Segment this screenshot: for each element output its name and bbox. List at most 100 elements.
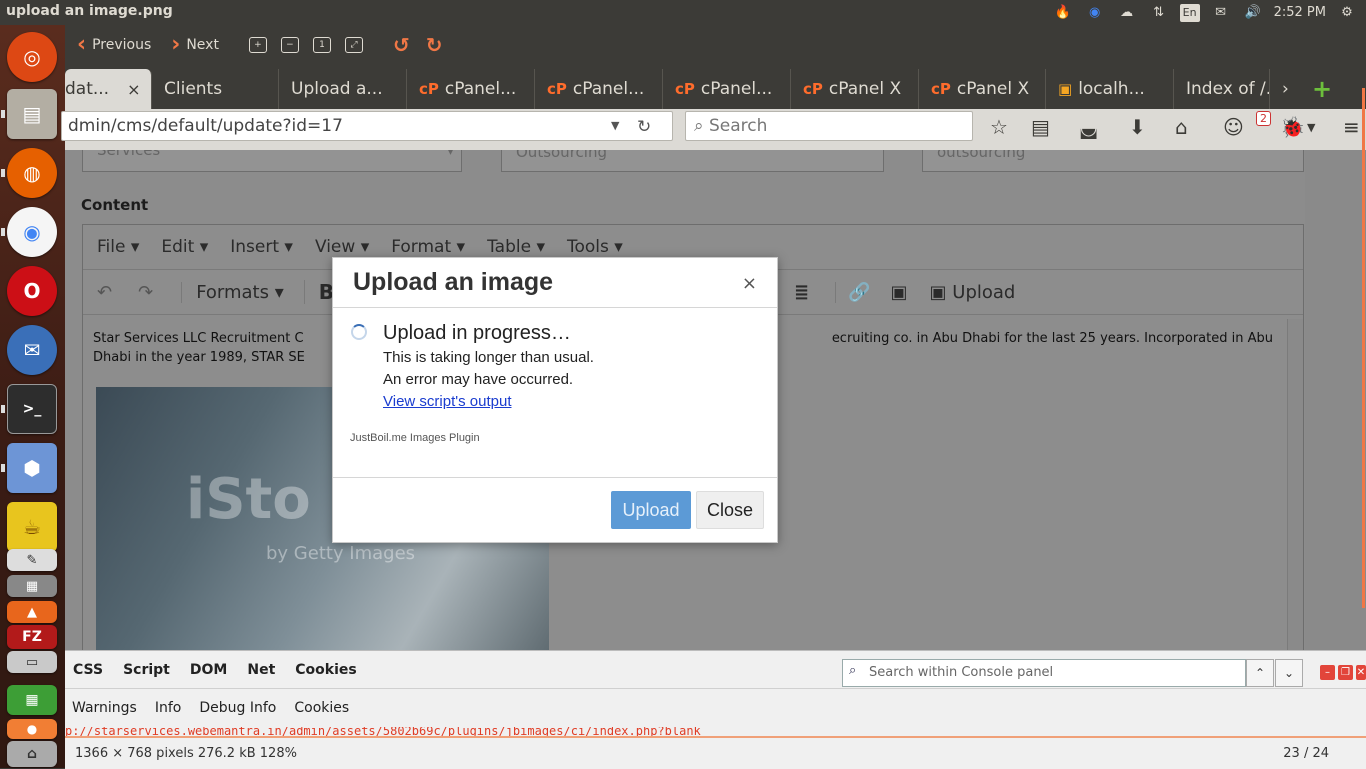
tab-localhost[interactable]: ▣ localh... xyxy=(1046,69,1174,109)
reading-list-icon[interactable]: ▤ xyxy=(1031,115,1050,139)
files-icon[interactable]: ▤ xyxy=(7,89,57,139)
search-up-icon[interactable]: ⌃ xyxy=(1246,659,1274,687)
console-search-input[interactable]: ⌕ Search within Console panel xyxy=(842,659,1246,687)
filter-cookies[interactable]: Cookies xyxy=(294,700,349,716)
close-panel-icon[interactable]: ✕ xyxy=(1356,665,1366,680)
tab-active[interactable]: dat... × xyxy=(65,69,152,109)
home-icon[interactable]: ⌂ xyxy=(1175,115,1188,139)
menu-table[interactable]: Table ▾ xyxy=(487,237,545,257)
terminal-icon[interactable]: >_ xyxy=(7,384,57,434)
upload-button[interactable]: ▣ Upload xyxy=(930,282,1016,303)
scroll-tabs-right-icon[interactable]: › xyxy=(1270,69,1300,109)
justify-icon[interactable]: ≣ xyxy=(794,282,809,303)
tab-cpanel[interactable]: cP cPanel... xyxy=(535,69,663,109)
filter-info[interactable]: Info xyxy=(155,700,182,716)
tab-net[interactable]: Net xyxy=(247,662,275,678)
volume-icon[interactable]: 🔊 xyxy=(1242,2,1264,24)
document-viewer-icon[interactable]: ▭ xyxy=(7,651,57,673)
trash-icon[interactable]: ⌂ xyxy=(7,741,57,767)
thunderbird-icon[interactable]: ✉ xyxy=(7,325,57,375)
tab-cpanel[interactable]: cP cPanel X xyxy=(791,69,919,109)
field-1-value: Outsourcing xyxy=(516,150,607,161)
tab-clients[interactable]: Clients xyxy=(152,69,279,109)
gear-icon[interactable]: ⚙ xyxy=(1336,2,1358,24)
field-1-input[interactable]: Outsourcing xyxy=(501,150,884,172)
bookmark-star-icon[interactable]: ☆ xyxy=(990,115,1008,139)
ubuntu-logo-icon[interactable]: ◎ xyxy=(7,32,57,82)
normal-size-icon[interactable]: 1 xyxy=(312,36,331,53)
notification-badge[interactable]: 2 xyxy=(1256,111,1271,126)
tab-upload[interactable]: Upload a... xyxy=(279,69,407,109)
mail-icon[interactable]: ✉ xyxy=(1210,2,1232,24)
best-fit-icon[interactable]: ⤢ xyxy=(344,36,363,53)
detach-icon[interactable]: ❐ xyxy=(1338,665,1353,680)
editor-scrollbar[interactable] xyxy=(1287,319,1303,650)
tab-dom[interactable]: DOM xyxy=(190,662,227,678)
network-icon[interactable]: ⇅ xyxy=(1148,2,1170,24)
filter-warnings[interactable]: Warnings xyxy=(72,700,137,716)
url-dropdown-icon[interactable]: ▼ xyxy=(611,119,619,132)
previous-button[interactable]: ‹ Previous xyxy=(77,32,151,57)
keyboard-layout[interactable]: En xyxy=(1179,3,1200,22)
spreadsheet-icon[interactable]: ▦ xyxy=(7,685,57,715)
zoom-in-icon[interactable]: + xyxy=(248,36,267,53)
close-tab-icon[interactable]: × xyxy=(127,80,140,99)
upload-button[interactable]: Upload xyxy=(611,491,691,529)
chat-icon[interactable]: ☺ xyxy=(1223,115,1244,139)
menu-dropdown-icon[interactable]: ▼ xyxy=(1307,121,1315,134)
tab-cpanel[interactable]: cP cPanel... xyxy=(407,69,535,109)
menu-edit[interactable]: Edit ▾ xyxy=(161,237,208,257)
orange-app-icon[interactable]: ● xyxy=(7,719,57,739)
pocket-icon[interactable]: ◛ xyxy=(1079,115,1098,139)
close-icon[interactable]: × xyxy=(742,273,757,294)
view-script-output-link[interactable]: View script's output xyxy=(383,393,511,410)
download-icon[interactable]: ⬇ xyxy=(1129,115,1146,139)
rotate-right-icon[interactable]: ↻ xyxy=(426,33,443,57)
new-tab-icon[interactable]: + xyxy=(1300,69,1340,109)
zoom-out-icon[interactable]: − xyxy=(280,36,299,53)
menu-insert[interactable]: Insert ▾ xyxy=(230,237,293,257)
formats-dropdown[interactable]: Formats ▾ xyxy=(181,281,284,303)
menu-tools[interactable]: Tools ▾ xyxy=(567,237,623,257)
tab-css[interactable]: CSS xyxy=(73,662,103,678)
calculator-icon[interactable]: ▦ xyxy=(7,575,57,597)
tab-cpanel[interactable]: cP cPanel X xyxy=(919,69,1046,109)
text-editor-icon[interactable]: ✎ xyxy=(7,549,57,571)
menu-view[interactable]: View ▾ xyxy=(315,237,369,257)
menu-file[interactable]: File ▾ xyxy=(97,237,139,257)
firebug-icon[interactable]: 🐞 xyxy=(1280,115,1305,139)
filezilla-icon[interactable]: FZ xyxy=(7,625,57,649)
drive-icon[interactable]: ▲ xyxy=(7,601,57,623)
tab-cookies[interactable]: Cookies xyxy=(295,662,356,678)
search-input[interactable]: ⌕ Search xyxy=(685,111,973,141)
undo-icon[interactable]: ↶ xyxy=(97,282,112,303)
search-down-icon[interactable]: ⌄ xyxy=(1275,659,1303,687)
firefox-icon[interactable]: ◍ xyxy=(7,148,57,198)
tab-index[interactable]: Index of /... xyxy=(1174,69,1270,109)
bold-button[interactable]: B xyxy=(303,280,334,304)
flame-icon[interactable]: 🔥 xyxy=(1052,2,1074,24)
category-select[interactable]: Services ▾ xyxy=(82,150,462,172)
chrome-icon[interactable]: ◉ xyxy=(7,207,57,257)
opera-icon[interactable]: O xyxy=(7,266,57,316)
filter-debug-info[interactable]: Debug Info xyxy=(199,700,276,716)
teapot-icon[interactable]: ☕ xyxy=(7,502,57,552)
tab-cpanel[interactable]: cP cPanel... xyxy=(663,69,791,109)
clock[interactable]: 2:52 PM xyxy=(1274,2,1326,24)
rotate-left-icon[interactable]: ↺ xyxy=(393,33,410,57)
url-bar[interactable]: dmin/cms/default/update?id=17 xyxy=(61,111,673,141)
chrome-tray-icon[interactable]: ◉ xyxy=(1084,2,1106,24)
next-button[interactable]: › Next xyxy=(171,32,219,57)
tab-script[interactable]: Script xyxy=(123,662,170,678)
reload-icon[interactable]: ↻ xyxy=(637,117,651,137)
image-icon[interactable]: ▣ xyxy=(891,282,908,303)
menu-format[interactable]: Format ▾ xyxy=(391,237,465,257)
redo-icon[interactable]: ↷ xyxy=(138,282,153,303)
link-icon[interactable]: 🔗 xyxy=(835,281,871,303)
field-2-input[interactable]: outsourcing xyxy=(922,150,1304,172)
virtualbox-icon[interactable]: ⬢ xyxy=(7,443,57,493)
cloud-icon[interactable]: ☁ xyxy=(1116,2,1138,24)
minimize-icon[interactable]: – xyxy=(1320,665,1335,680)
hamburger-menu-icon[interactable]: ≡ xyxy=(1343,115,1360,139)
close-button[interactable]: Close xyxy=(696,491,764,529)
